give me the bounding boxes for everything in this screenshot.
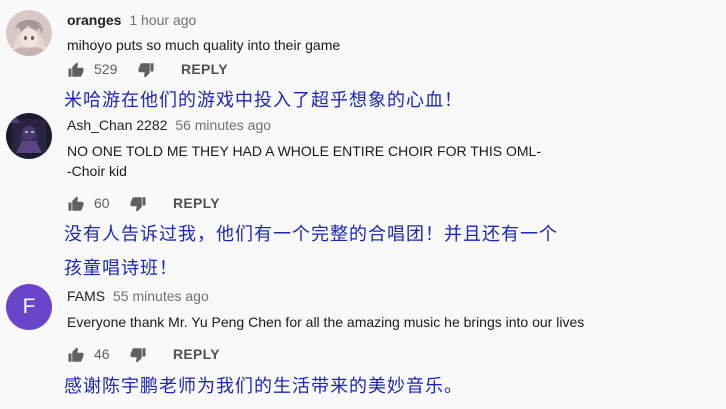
timestamp[interactable]: 55 minutes ago xyxy=(113,288,209,304)
avatar[interactable] xyxy=(6,113,52,159)
avatar[interactable] xyxy=(6,10,52,56)
thumbs-up-icon[interactable] xyxy=(67,195,85,216)
like-count: 46 xyxy=(94,346,110,362)
thumbs-down-icon[interactable] xyxy=(137,61,155,82)
comment-text: -Choir kid xyxy=(67,163,127,179)
comment-text: Everyone thank Mr. Yu Peng Chen for all … xyxy=(67,314,585,330)
like-count: 60 xyxy=(94,195,110,211)
comments-page: oranges 1 hour ago mihoyo puts so much q… xyxy=(0,0,726,409)
dark-character-avatar-icon xyxy=(6,113,52,159)
thumbs-down-icon[interactable] xyxy=(129,346,147,367)
username[interactable]: FAMS xyxy=(67,288,105,304)
like-count: 529 xyxy=(94,61,118,77)
thumbs-up-icon[interactable] xyxy=(67,346,85,367)
thumbs-down-icon[interactable] xyxy=(129,195,147,216)
username[interactable]: oranges xyxy=(67,12,121,28)
subtitle-line: 没有人告诉过我，他们有一个完整的合唱团！并且还有一个 xyxy=(64,224,558,245)
reply-button[interactable]: REPLY xyxy=(173,195,220,211)
comment-header: FAMS 55 minutes ago xyxy=(67,288,209,304)
avatar-letter: F xyxy=(22,295,36,318)
subtitle-line: 米哈游在他们的游戏中投入了超乎想象的心血！ xyxy=(64,90,463,111)
timestamp[interactable]: 56 minutes ago xyxy=(175,117,271,133)
thumbs-up-icon[interactable] xyxy=(67,61,85,82)
subtitle-line: 孩童唱诗班！ xyxy=(64,258,178,279)
anime-character-avatar-icon xyxy=(6,10,52,56)
comment-header: Ash_Chan 2282 56 minutes ago xyxy=(67,117,271,133)
subtitle-line: 感谢陈宇鹏老师为我们的生活带来的美妙音乐。 xyxy=(64,376,463,397)
reply-button[interactable]: REPLY xyxy=(173,346,220,362)
timestamp[interactable]: 1 hour ago xyxy=(129,12,196,28)
comment-header: oranges 1 hour ago xyxy=(67,12,196,28)
reply-button[interactable]: REPLY xyxy=(181,61,228,77)
username[interactable]: Ash_Chan 2282 xyxy=(67,117,167,133)
comment-text: NO ONE TOLD ME THEY HAD A WHOLE ENTIRE C… xyxy=(67,143,542,159)
comment-text: mihoyo puts so much quality into their g… xyxy=(67,37,341,53)
avatar[interactable]: F xyxy=(6,284,52,330)
